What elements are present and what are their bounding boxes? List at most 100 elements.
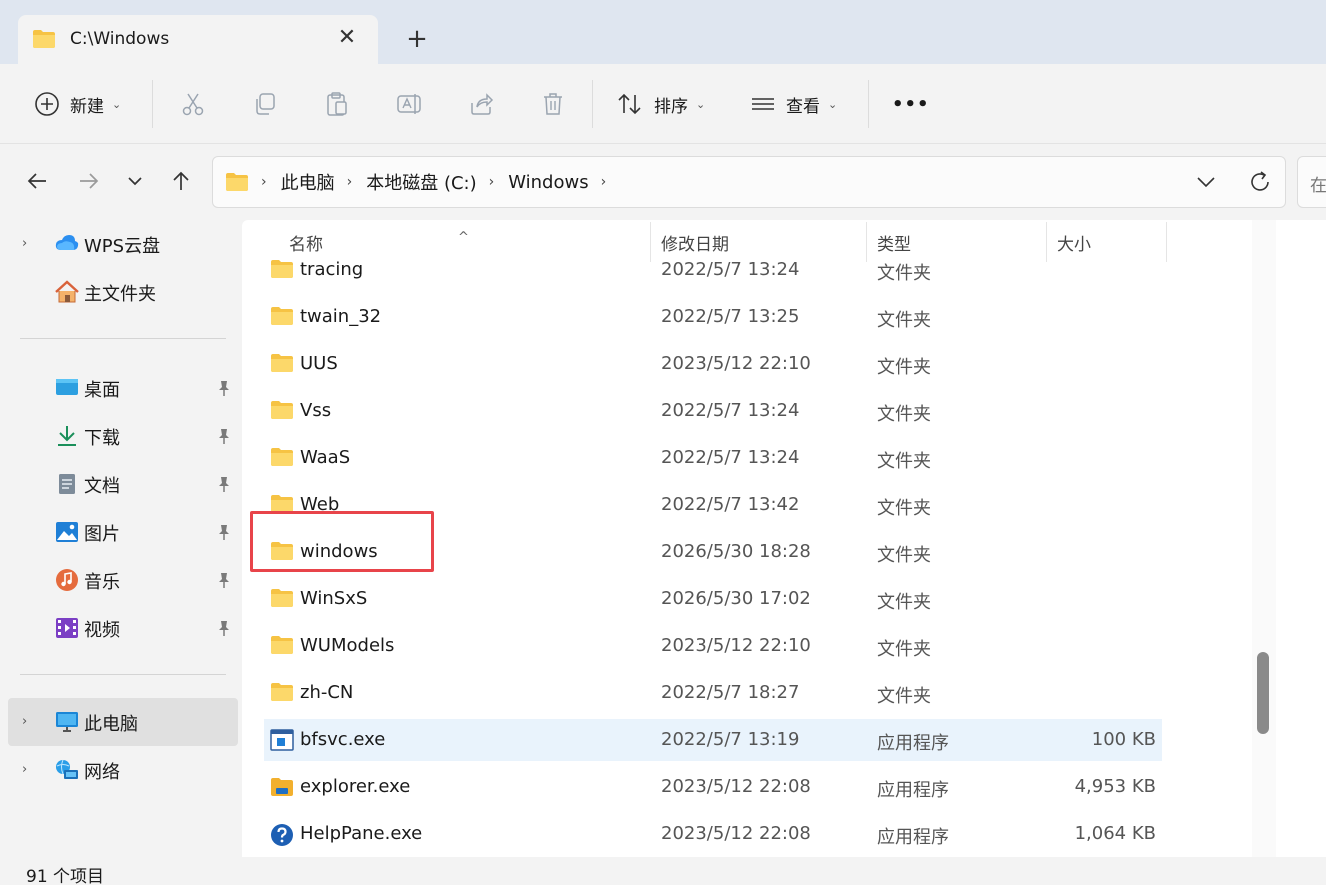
breadcrumb-separator[interactable]: › bbox=[261, 174, 267, 190]
new-button[interactable]: 新建 ⌄ bbox=[34, 86, 121, 122]
chevron-down-icon: ⌄ bbox=[112, 97, 122, 111]
folder-icon bbox=[270, 635, 294, 657]
file-name: WinSxS bbox=[300, 588, 368, 609]
expand-chevron-icon[interactable]: › bbox=[22, 714, 36, 730]
file-date: 2023/5/12 22:08 bbox=[661, 823, 811, 844]
delete-button[interactable] bbox=[540, 86, 566, 122]
table-row[interactable]: explorer.exe 2023/5/12 22:08 应用程序 4,953 KB bbox=[264, 766, 1162, 808]
toolbar-divider bbox=[868, 80, 869, 128]
file-name: UUS bbox=[300, 353, 338, 374]
search-placeholder: 在 bbox=[1310, 176, 1326, 196]
recent-locations-button[interactable] bbox=[118, 166, 152, 200]
file-date: 2022/5/7 18:27 bbox=[661, 682, 800, 703]
file-type: 文件夹 bbox=[877, 310, 931, 331]
refresh-icon[interactable] bbox=[1247, 169, 1273, 195]
explorer-icon bbox=[270, 776, 294, 798]
sidebar-item-videos[interactable]: 视频 bbox=[8, 606, 238, 650]
file-date: 2023/5/12 22:08 bbox=[661, 776, 811, 797]
table-row[interactable]: Web 2022/5/7 13:42 文件夹 bbox=[264, 484, 1162, 526]
video-icon bbox=[54, 616, 80, 640]
file-type: 文件夹 bbox=[877, 639, 931, 660]
folder-icon bbox=[270, 400, 294, 422]
expand-chevron-icon[interactable]: › bbox=[22, 762, 36, 778]
breadcrumb-separator[interactable]: › bbox=[601, 174, 607, 190]
file-size: 1,064 KB bbox=[1074, 823, 1156, 844]
file-date: 2026/5/30 17:02 bbox=[661, 588, 811, 609]
table-row[interactable]: windows 2026/5/30 18:28 文件夹 bbox=[264, 531, 1162, 573]
sidebar-item-this-pc[interactable]: › 此电脑 bbox=[8, 698, 238, 746]
item-count: 91 个项目 bbox=[26, 867, 105, 885]
table-row[interactable]: bfsvc.exe 2022/5/7 13:19 应用程序 100 KB bbox=[264, 719, 1162, 761]
new-tab-button[interactable]: + bbox=[402, 24, 432, 54]
table-row[interactable]: tracing 2022/5/7 13:24 文件夹 bbox=[264, 249, 1162, 291]
rename-button[interactable] bbox=[396, 86, 422, 122]
back-button[interactable] bbox=[20, 166, 54, 200]
address-bar[interactable]: › 此电脑 › 本地磁盘 (C:) › Windows › bbox=[212, 156, 1286, 208]
file-date: 2022/5/7 13:25 bbox=[661, 306, 800, 327]
file-type: 应用程序 bbox=[877, 733, 949, 754]
share-icon bbox=[468, 91, 494, 117]
file-date: 2022/5/7 13:24 bbox=[661, 447, 800, 468]
table-row[interactable]: WaaS 2022/5/7 13:24 文件夹 bbox=[264, 437, 1162, 479]
copy-button[interactable] bbox=[252, 86, 278, 122]
breadcrumb-separator[interactable]: › bbox=[347, 174, 353, 190]
pin-icon[interactable] bbox=[216, 427, 232, 445]
table-row[interactable]: twain_32 2022/5/7 13:25 文件夹 bbox=[264, 296, 1162, 338]
search-input[interactable]: 在 bbox=[1297, 156, 1326, 208]
sidebar-item-home[interactable]: 主文件夹 bbox=[8, 270, 238, 314]
table-row[interactable]: WUModels 2023/5/12 22:10 文件夹 bbox=[264, 625, 1162, 667]
folder-icon bbox=[270, 588, 294, 610]
table-row[interactable]: UUS 2023/5/12 22:10 文件夹 bbox=[264, 343, 1162, 385]
folder-icon bbox=[270, 494, 294, 516]
scrollbar-thumb[interactable] bbox=[1257, 652, 1269, 734]
breadcrumb-separator[interactable]: › bbox=[489, 174, 495, 190]
vertical-scrollbar[interactable] bbox=[1252, 220, 1276, 857]
expand-chevron-icon[interactable]: › bbox=[22, 236, 36, 252]
view-button[interactable]: 查看 ⌄ bbox=[750, 86, 837, 122]
forward-button[interactable] bbox=[72, 166, 106, 200]
up-button[interactable] bbox=[164, 166, 198, 200]
rename-icon bbox=[396, 91, 422, 117]
pin-icon[interactable] bbox=[216, 379, 232, 397]
arrow-right-icon bbox=[78, 170, 100, 196]
tab-title: C:\Windows bbox=[70, 29, 170, 49]
desktop-icon bbox=[54, 376, 80, 400]
pin-icon[interactable] bbox=[216, 571, 232, 589]
pictures-icon bbox=[54, 520, 80, 544]
table-row[interactable]: zh-CN 2022/5/7 18:27 文件夹 bbox=[264, 672, 1162, 714]
sort-icon bbox=[616, 91, 644, 117]
pin-icon[interactable] bbox=[216, 475, 232, 493]
file-date: 2026/5/30 18:28 bbox=[661, 541, 811, 562]
sidebar-item-music[interactable]: 音乐 bbox=[8, 558, 238, 602]
folder-icon bbox=[270, 353, 294, 375]
file-size: 100 KB bbox=[1091, 729, 1156, 750]
sort-button[interactable]: 排序 ⌄ bbox=[616, 86, 705, 122]
toolbar-divider bbox=[592, 80, 593, 128]
sidebar-item-desktop[interactable]: 桌面 bbox=[8, 366, 238, 410]
sidebar-item-downloads[interactable]: 下载 bbox=[8, 414, 238, 458]
paste-button[interactable] bbox=[324, 86, 350, 122]
breadcrumb-local-disk-c[interactable]: 本地磁盘 (C:) bbox=[366, 169, 476, 195]
sidebar-item-pictures[interactable]: 图片 bbox=[8, 510, 238, 554]
sidebar-item-documents[interactable]: 文档 bbox=[8, 462, 238, 506]
tab-c-windows[interactable]: C:\Windows ✕ bbox=[18, 15, 378, 65]
sidebar-item-network[interactable]: › 网络 bbox=[8, 748, 238, 792]
pin-icon[interactable] bbox=[216, 523, 232, 541]
share-button[interactable] bbox=[468, 86, 494, 122]
address-history-dropdown[interactable] bbox=[1193, 169, 1219, 195]
column-divider[interactable] bbox=[1166, 222, 1167, 262]
pin-icon[interactable] bbox=[216, 619, 232, 637]
sidebar-item-wps-cloud[interactable]: › WPS云盘 bbox=[8, 222, 238, 266]
breadcrumb-windows[interactable]: Windows bbox=[508, 172, 588, 193]
view-button-label: 查看 bbox=[786, 96, 820, 117]
sidebar-divider bbox=[20, 338, 226, 339]
close-tab-button[interactable]: ✕ bbox=[334, 25, 360, 51]
cut-button[interactable] bbox=[180, 86, 206, 122]
table-row[interactable]: HelpPane.exe 2023/5/12 22:08 应用程序 1,064 KB bbox=[264, 813, 1162, 855]
table-row[interactable]: Vss 2022/5/7 13:24 文件夹 bbox=[264, 390, 1162, 432]
file-name: bfsvc.exe bbox=[300, 729, 386, 750]
table-row[interactable]: WinSxS 2026/5/30 17:02 文件夹 bbox=[264, 578, 1162, 620]
more-options-button[interactable]: ••• bbox=[892, 86, 930, 122]
sidebar-item-label: 网络 bbox=[84, 762, 120, 783]
breadcrumb-this-pc[interactable]: 此电脑 bbox=[281, 169, 335, 195]
